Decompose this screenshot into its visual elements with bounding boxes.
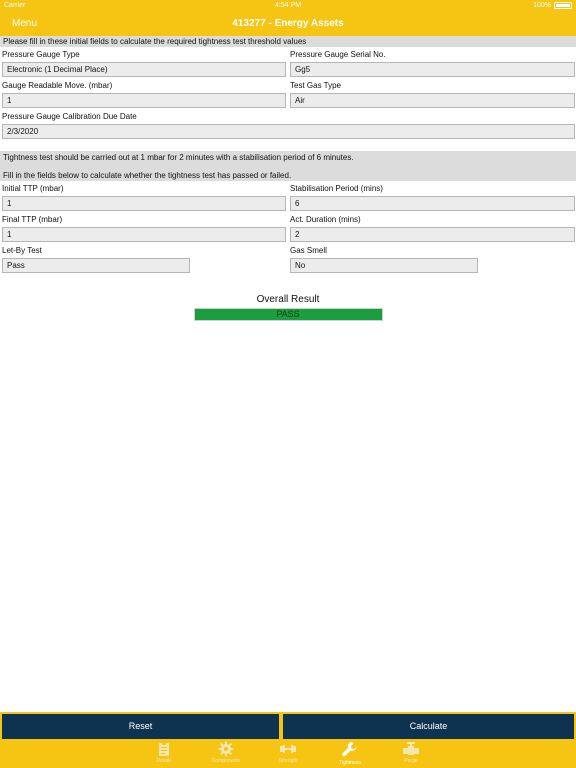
let-by-test-field[interactable]: Pass [2,258,190,273]
clipboard-icon [159,742,169,756]
page-title: 413277 - Energy Assets [232,18,344,29]
calibration-due-date-label: Pressure Gauge Calibration Due Date [2,112,137,121]
overall-result: Overall Result PASS [0,294,576,321]
reset-button[interactable]: Reset [2,714,279,739]
form-row: Gauge Readable Move. (mbar) 1 Test Gas T… [0,78,576,109]
pressure-gauge-type-field[interactable]: Electronic (1 Decimal Place) [2,62,286,77]
test-gas-type-label: Test Gas Type [290,81,341,90]
bottom-bar: Reset Calculate Details Components Stren… [0,712,576,768]
stabilisation-period-label: Stabilisation Period (mins) [290,184,383,193]
final-ttp-label: Final TTP (mbar) [2,215,63,224]
stabilisation-period-field[interactable]: 6 [290,196,575,211]
pressure-gauge-type-label: Pressure Gauge Type [2,50,80,59]
tab-bar: Details Components Strength Tightness Pu… [0,741,576,768]
tab-strength-label: Strength [278,758,298,764]
let-by-test-label: Let-By Test [2,246,42,255]
tab-purge-label: Purge [404,758,418,764]
form-row: Let-By Test Pass Gas Smell No [0,243,576,274]
initial-ttp-label: Initial TTP (mbar) [2,184,64,193]
tab-details-label: Details [156,758,172,764]
gas-smell-label: Gas Smell [290,246,327,255]
initial-ttp-field[interactable]: 1 [2,196,286,211]
tab-components-label: Components [211,758,241,764]
tab-purge[interactable]: Purge [391,741,431,764]
tab-details[interactable]: Details [144,741,184,764]
calculate-button[interactable]: Calculate [283,714,574,739]
dumbbell-icon [280,745,296,753]
overall-result-title: Overall Result [256,294,320,305]
act-duration-label: Act. Duration (mins) [290,215,361,224]
initial-fields-banner: Please fill in these initial fields to c… [0,36,576,47]
final-ttp-field[interactable]: 1 [2,227,286,242]
pressure-gauge-serial-label: Pressure Gauge Serial No. [290,50,386,59]
status-time: 4:54 PM [274,2,302,9]
tightness-instructions-line2: Fill in the fields below to calculate wh… [3,171,292,180]
tab-strength[interactable]: Strength [268,741,308,764]
tightness-form: Please fill in these initial fields to c… [0,36,576,321]
tightness-instructions-line1: Tightness test should be carried out at … [3,153,354,162]
gas-smell-field[interactable]: No [290,258,478,273]
gauge-readable-move-field[interactable]: 1 [2,93,286,108]
form-row: Initial TTP (mbar) 1 Stabilisation Perio… [0,181,576,212]
tab-tightness[interactable]: Tightness [330,741,370,766]
calibration-due-date-field[interactable]: 2/3/2020 [2,124,575,139]
form-row: Final TTP (mbar) 1 Act. Duration (mins) … [0,212,576,243]
valve-icon [403,742,419,755]
nav-bar: Menu 413277 - Energy Assets [0,12,576,36]
pressure-gauge-serial-field[interactable]: Gg5 [290,62,575,77]
wrench-icon [342,742,357,757]
tab-components[interactable]: Components [206,741,246,764]
form-row: Pressure Gauge Type Electronic (1 Decima… [0,47,576,78]
act-duration-field[interactable]: 2 [290,227,575,242]
tab-tightness-label: Tightness [339,760,361,766]
battery-percent: 100% [533,2,551,9]
battery-indicator: 100% [533,2,572,9]
overall-result-badge: PASS [193,308,383,321]
tightness-instructions-banner: Tightness test should be carried out at … [0,151,576,181]
test-gas-type-field[interactable]: Air [290,93,575,108]
battery-icon [554,2,572,9]
gear-icon [218,741,234,757]
status-bar: Carrier 4:54 PM 100% [0,0,576,12]
gauge-readable-move-label: Gauge Readable Move. (mbar) [2,81,113,90]
form-row: Pressure Gauge Calibration Due Date 2/3/… [0,109,576,140]
